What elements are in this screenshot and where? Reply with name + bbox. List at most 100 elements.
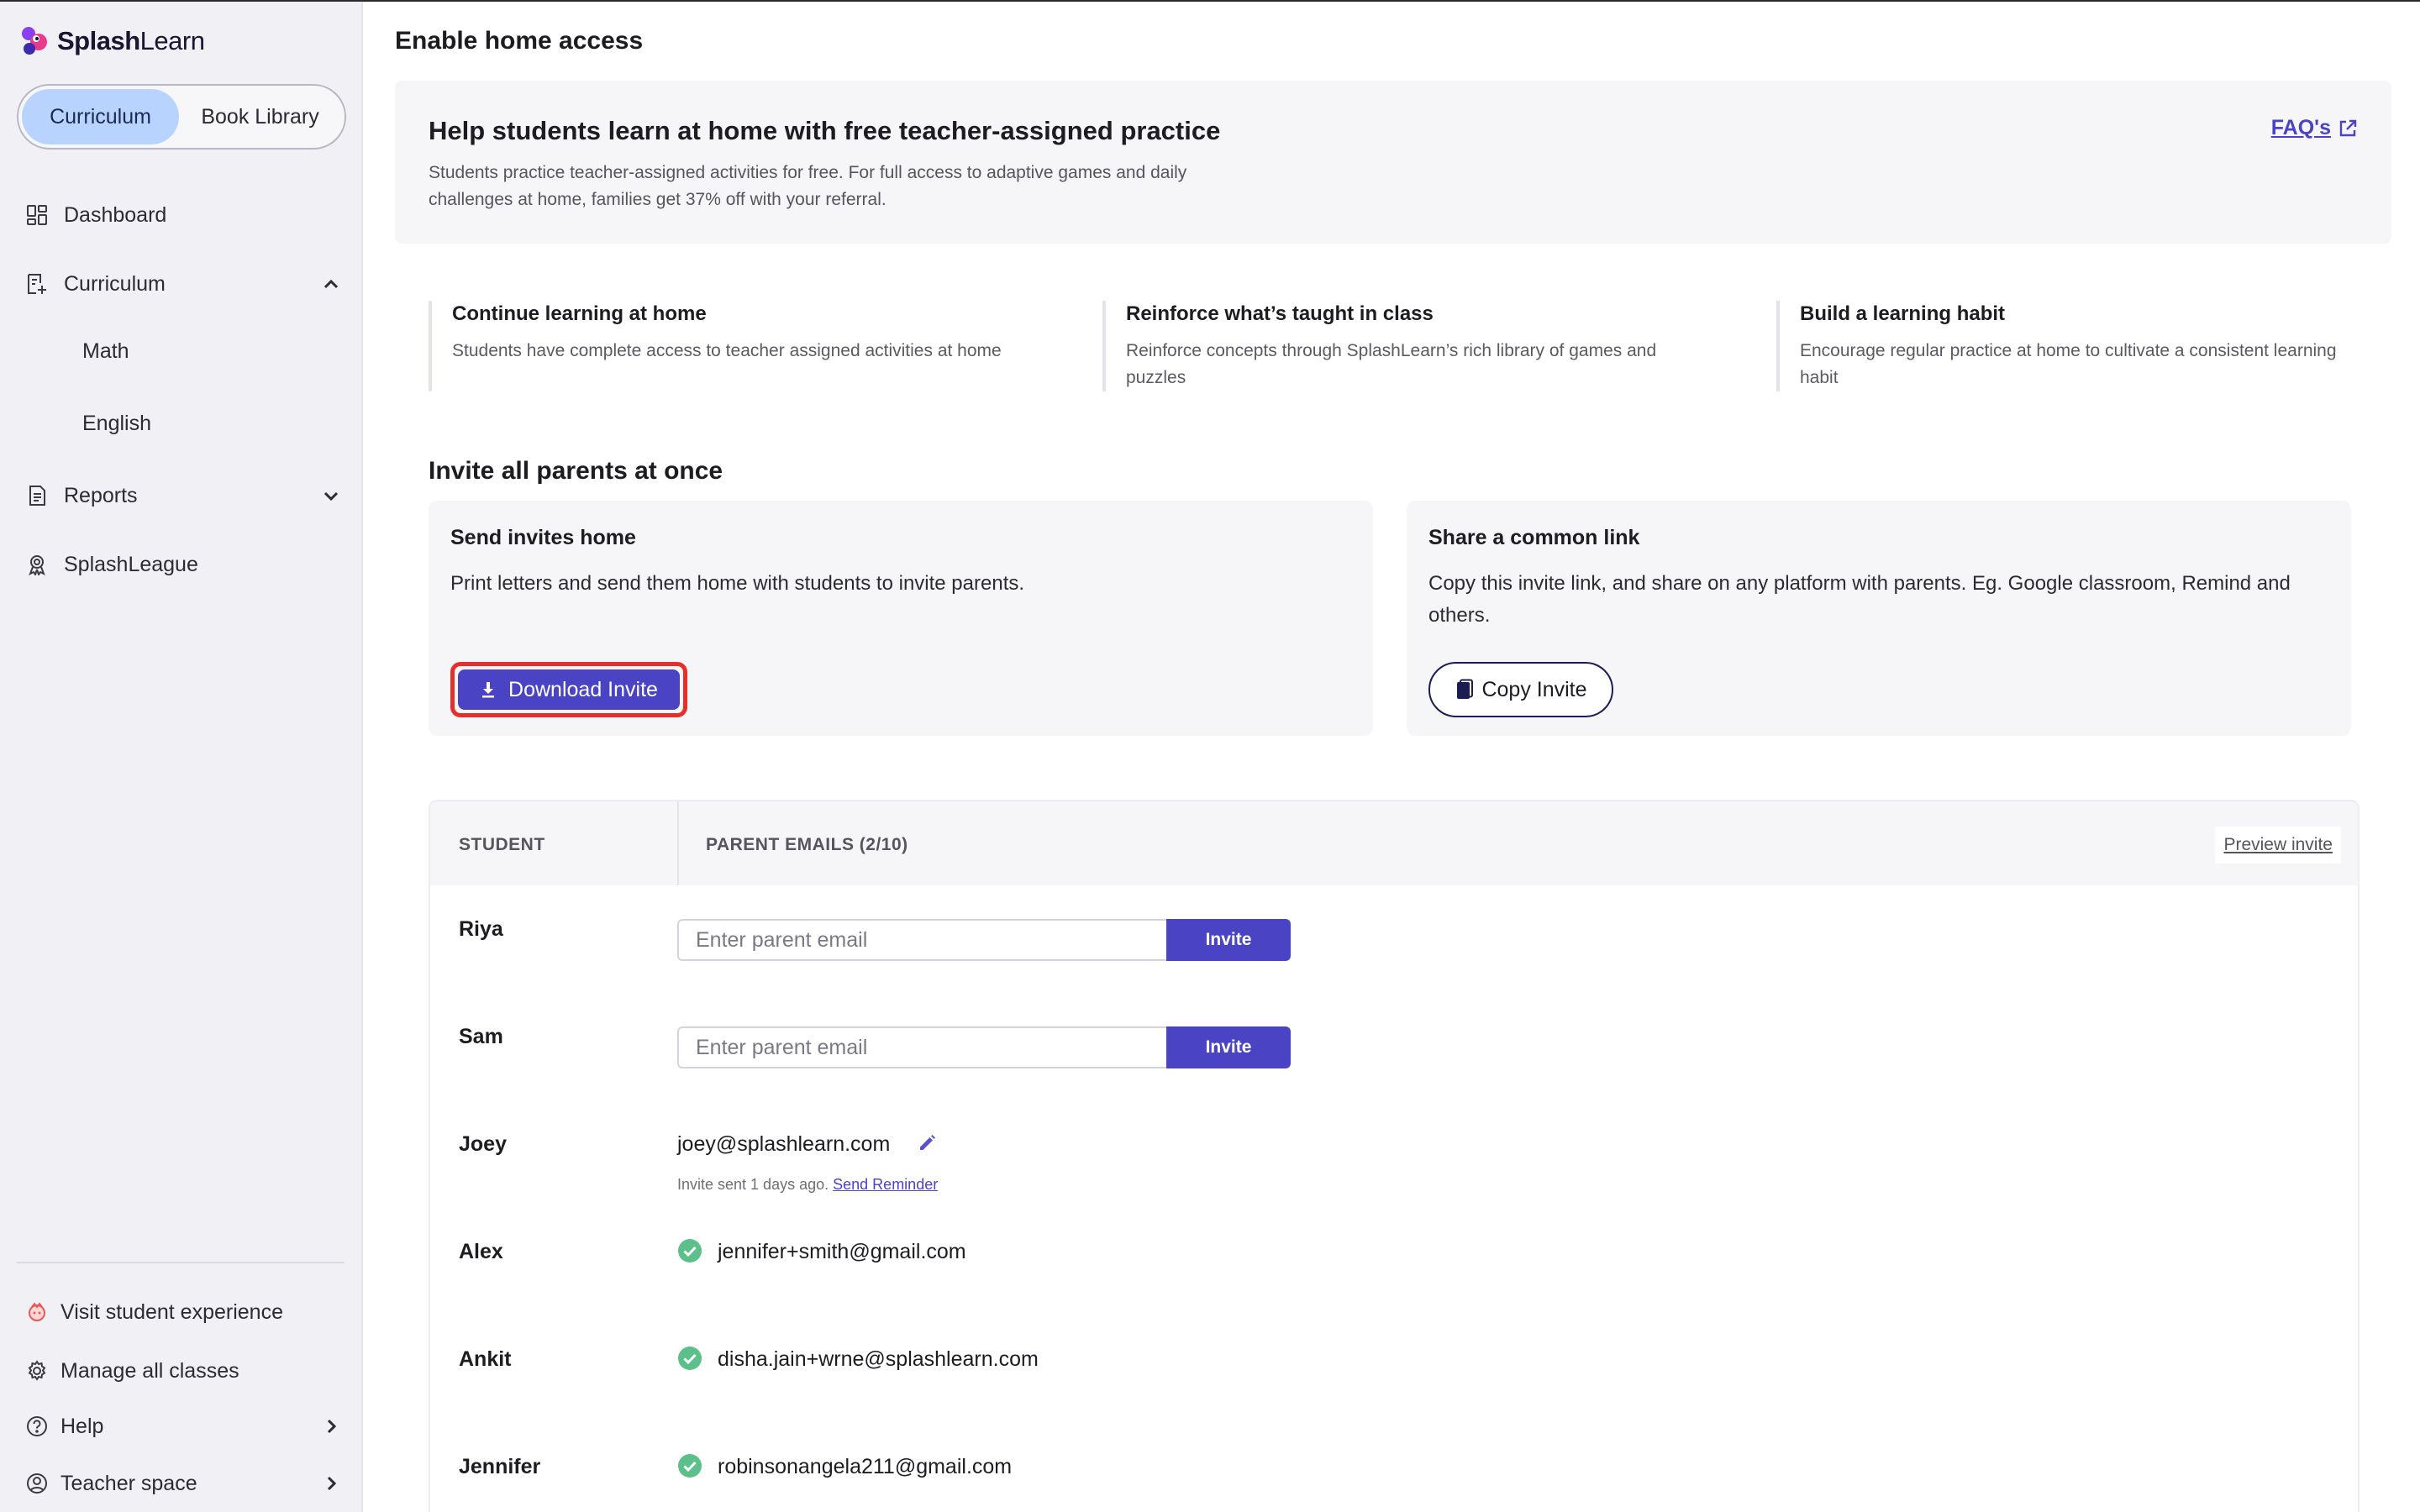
- button-label: Download Invite: [508, 677, 658, 701]
- table-row: Joey joey@splashlearn.com Invite sent 1 …: [430, 1102, 2358, 1210]
- library-switch: Curriculum Book Library: [17, 84, 346, 150]
- check-circle-icon: [678, 1239, 702, 1263]
- feature-continue-learning: Continue learning at home Students have …: [429, 301, 1007, 391]
- main-content: Enable home access Help students learn a…: [365, 2, 2420, 1512]
- feature-habit: Build a learning habit Encourage regular…: [1776, 301, 2354, 391]
- invite-section-title: Invite all parents at once: [429, 457, 723, 485]
- table-row: Sam Invite: [430, 995, 2358, 1102]
- share-link-card: Share a common link Copy this invite lin…: [1407, 501, 2351, 736]
- student-name: Alex: [459, 1240, 503, 1263]
- feature-description: Reinforce concepts through SplashLearn’s…: [1126, 341, 1657, 387]
- parent-email: robinsonangela211@gmail.com: [718, 1455, 1013, 1478]
- table-row: Alex jennifer+smith@gmail.com: [430, 1210, 2358, 1317]
- footer-label: Visit student experience: [60, 1299, 283, 1324]
- parent-email: jennifer+smith@gmail.com: [718, 1240, 966, 1263]
- parent-email-input[interactable]: [677, 919, 1166, 961]
- table-header: STUDENT PARENT EMAILS (2/10) Preview inv…: [430, 801, 2358, 885]
- check-circle-icon: [678, 1347, 702, 1370]
- sidebar-item-label: Curriculum: [64, 271, 166, 296]
- download-invite-highlight: Download Invite: [450, 662, 687, 717]
- sidebar-item-label: Reports: [64, 483, 138, 507]
- card-title: Send invites home: [450, 526, 636, 549]
- parent-email: joey@splashlearn.com: [677, 1132, 891, 1156]
- faq-label: FAQ's: [2270, 116, 2331, 139]
- chevron-up-icon[interactable]: [318, 270, 345, 297]
- column-header-student: STUDENT: [459, 835, 545, 854]
- feature-title: Build a learning habit: [1800, 302, 2006, 325]
- download-invite-button[interactable]: Download Invite: [458, 669, 680, 710]
- help[interactable]: Help: [25, 1410, 345, 1443]
- reports-icon: [25, 484, 49, 507]
- page-title: Enable home access: [395, 27, 644, 55]
- feature-title: Continue learning at home: [452, 302, 707, 325]
- sidebar-item-label: SplashLeague: [64, 552, 198, 576]
- send-invites-card: Send invites home Print letters and send…: [429, 501, 1373, 736]
- tab-book-library[interactable]: Book Library: [179, 89, 341, 144]
- feature-title: Reinforce what’s taught in class: [1126, 302, 1434, 325]
- dashboard-icon: [25, 203, 49, 227]
- download-icon: [482, 682, 495, 698]
- feature-reinforce: Reinforce what’s taught in class Reinfor…: [1102, 301, 1681, 391]
- chevron-right-icon[interactable]: [318, 1413, 345, 1440]
- footer-label: Teacher space: [60, 1471, 197, 1495]
- student-name: Riya: [459, 917, 503, 941]
- curriculum-icon: [25, 272, 49, 296]
- chevron-down-icon[interactable]: [318, 482, 345, 509]
- feature-description: Students have complete access to teacher…: [452, 341, 1002, 360]
- splashlearn-logo-icon: [22, 27, 47, 55]
- sidebar-item-english[interactable]: English: [82, 412, 151, 436]
- sidebar-item-splashleague[interactable]: SplashLeague: [25, 546, 345, 583]
- sidebar-item-reports[interactable]: Reports: [25, 477, 345, 514]
- user-circle-icon: [25, 1472, 49, 1495]
- table-row: Jennifer robinsonangela211@gmail.com: [430, 1425, 2358, 1512]
- footer-label: Help: [60, 1414, 104, 1438]
- card-description: Print letters and send them home with st…: [450, 572, 1025, 595]
- card-description: Copy this invite link, and share on any …: [1428, 572, 2291, 627]
- chevron-right-icon[interactable]: [318, 1470, 345, 1497]
- teacher-space[interactable]: Teacher space: [25, 1467, 345, 1500]
- brand-name: SplashLearn: [57, 26, 205, 55]
- sidebar-divider: [17, 1262, 345, 1263]
- external-link-icon: [2339, 119, 2357, 136]
- footer-label: Manage all classes: [60, 1358, 239, 1383]
- student-name: Sam: [459, 1025, 503, 1048]
- sidebar-item-curriculum[interactable]: Curriculum: [25, 265, 345, 302]
- edit-icon[interactable]: [918, 1132, 938, 1152]
- header-divider: [677, 801, 679, 885]
- sidebar-item-label: Dashboard: [64, 202, 167, 227]
- sidebar: SplashLearn Curriculum Book Library Dash…: [0, 2, 363, 1512]
- send-reminder-link[interactable]: Send Reminder: [833, 1176, 938, 1193]
- hero-title: Help students learn at home with free te…: [429, 116, 1221, 145]
- table-row: Ankit disha.jain+wrne@splashlearn.com: [430, 1317, 2358, 1425]
- student-name: Joey: [459, 1132, 507, 1156]
- hero-description: Students practice teacher-assigned activ…: [429, 163, 1187, 209]
- sidebar-item-math[interactable]: Math: [82, 339, 129, 364]
- student-name: Jennifer: [459, 1455, 541, 1478]
- help-icon: [25, 1415, 49, 1438]
- faq-link[interactable]: FAQ's: [2271, 116, 2358, 140]
- preview-invite-link[interactable]: Preview invite: [2215, 827, 2341, 864]
- sidebar-item-dashboard[interactable]: Dashboard: [25, 197, 345, 234]
- card-title: Share a common link: [1428, 526, 1640, 549]
- gear-icon: [25, 1359, 49, 1383]
- award-icon: [25, 553, 49, 576]
- student-name: Ankit: [459, 1347, 512, 1371]
- tab-curriculum[interactable]: Curriculum: [22, 89, 180, 144]
- parent-email-input[interactable]: [677, 1026, 1166, 1068]
- invite-button[interactable]: Invite: [1166, 919, 1291, 961]
- visit-student-experience[interactable]: Visit student experience: [25, 1295, 345, 1329]
- button-label: Copy Invite: [1481, 677, 1587, 701]
- splashlearn-logo[interactable]: SplashLearn: [17, 24, 205, 59]
- check-circle-icon: [678, 1454, 702, 1478]
- invite-button[interactable]: Invite: [1166, 1026, 1291, 1068]
- hero-banner: Help students learn at home with free te…: [395, 81, 2391, 244]
- column-header-parent-emails: PARENT EMAILS (2/10): [706, 835, 908, 854]
- copy-icon: [1457, 679, 1474, 699]
- invite-sent-note: Invite sent 1 days ago. Send Reminder: [677, 1176, 938, 1194]
- feature-list: Continue learning at home Students have …: [429, 301, 2361, 393]
- table-row: Riya Invite: [430, 887, 2358, 995]
- student-avatar-icon: [25, 1300, 49, 1324]
- manage-all-classes[interactable]: Manage all classes: [25, 1354, 345, 1388]
- copy-invite-button[interactable]: Copy Invite: [1428, 662, 1613, 717]
- feature-description: Encourage regular practice at home to cu…: [1800, 341, 2337, 387]
